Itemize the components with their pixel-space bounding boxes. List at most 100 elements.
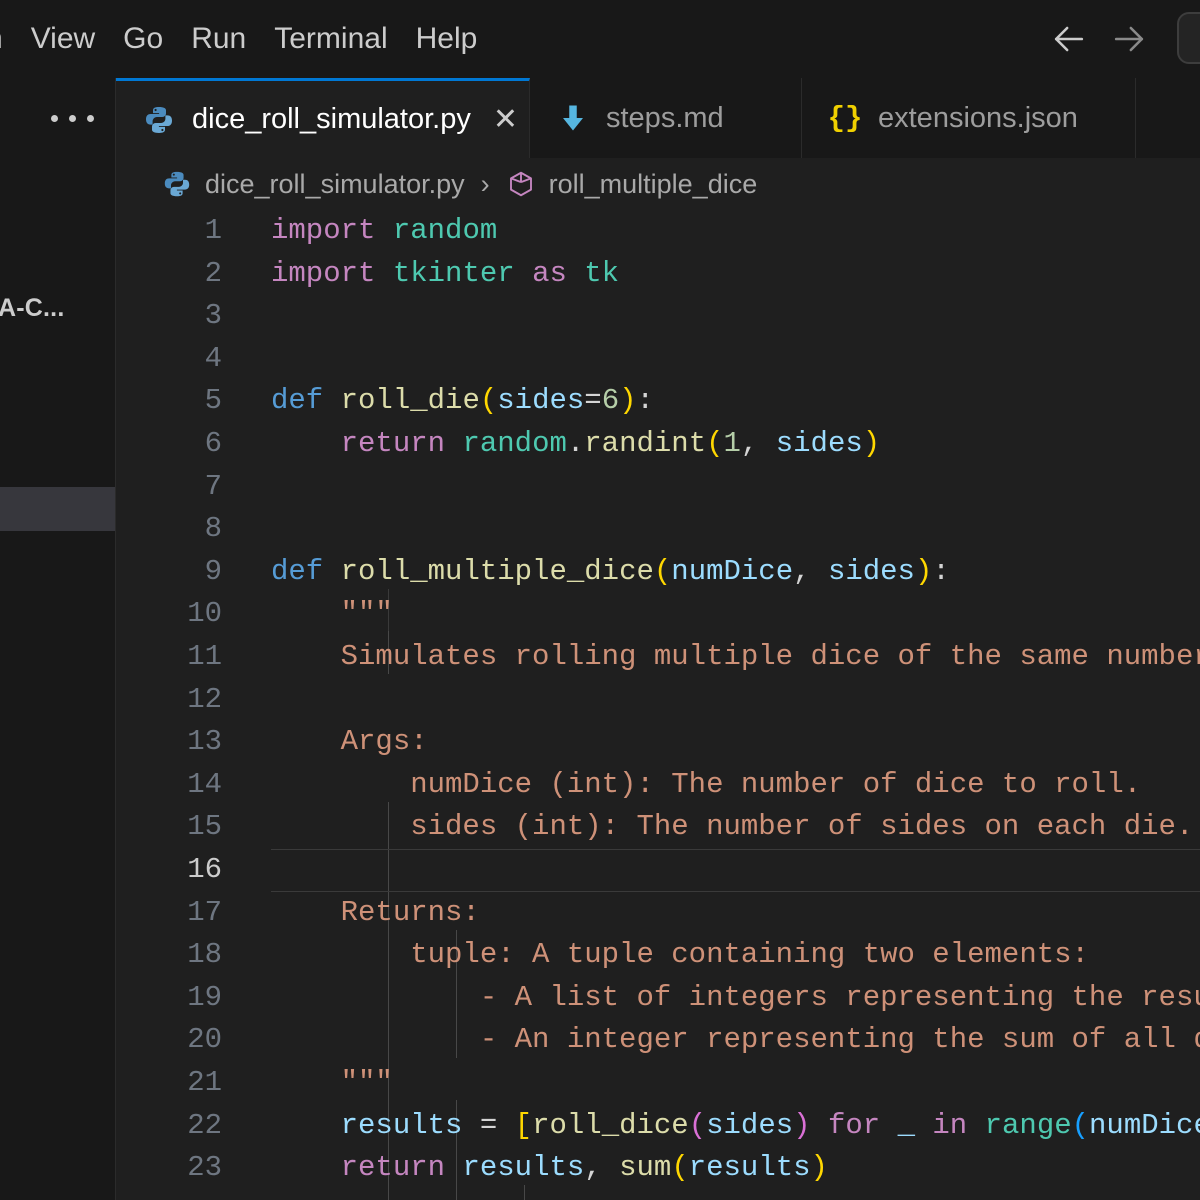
code-text: def roll_multiple_dice(numDice, sides):	[271, 551, 950, 594]
code-text: - An integer representing the sum of all…	[271, 1019, 1200, 1062]
explorer-tree-item-selected[interactable]: ator.py	[0, 487, 116, 531]
code-line: 9 def roll_multiple_dice(numDice, sides)…	[116, 551, 1200, 594]
code-text: def roll_die(sides=6):	[271, 380, 654, 423]
code-text: sides (int): The number of sides on each…	[271, 806, 1193, 849]
tab-extensions-json[interactable]: {} extensions.json	[802, 78, 1136, 158]
line-number: 11	[116, 636, 222, 679]
tab-steps-md[interactable]: steps.md	[530, 78, 802, 158]
code-line: 13 Args:	[116, 721, 1200, 764]
breadcrumb-file-label: dice_roll_simulator.py	[205, 169, 465, 200]
line-number: 18	[116, 934, 222, 977]
line-number: 2	[116, 253, 222, 296]
menu-item-window-clipped[interactable]: n	[0, 0, 17, 78]
line-number: 16	[116, 849, 222, 892]
code-line: 5 def roll_die(sides=6):	[116, 380, 1200, 423]
line-number: 21	[116, 1062, 222, 1105]
tab-label: steps.md	[606, 102, 724, 135]
code-line: 22 results = [roll_dice(sides) for _ in …	[116, 1105, 1200, 1148]
close-icon[interactable]: ✕	[493, 105, 518, 135]
code-line: 1 import random	[116, 210, 1200, 253]
code-line: 12	[116, 679, 1200, 722]
breadcrumb-separator: ›	[481, 169, 490, 200]
json-icon: {}	[828, 101, 862, 135]
line-number: 22	[116, 1105, 222, 1148]
line-number: 12	[116, 679, 222, 722]
code-text: Simulates rolling multiple dice of the s…	[271, 636, 1200, 679]
line-number: 5	[116, 380, 222, 423]
line-number: 6	[116, 423, 222, 466]
code-text: return random.randint(1, sides)	[271, 423, 880, 466]
markdown-icon	[556, 101, 590, 135]
line-number: 10	[116, 593, 222, 636]
forward-arrow-icon[interactable]	[1106, 16, 1152, 62]
code-text: - A list of integers representing the re…	[271, 977, 1200, 1020]
breadcrumb-symbol[interactable]: roll_multiple_dice	[506, 169, 758, 200]
code-text: numDice (int): The number of dice to rol…	[271, 764, 1141, 807]
tab-label: dice_roll_simulator.py	[192, 103, 471, 136]
code-line: 7	[116, 466, 1200, 509]
menu-item-go[interactable]: Go	[109, 0, 177, 78]
line-number: 7	[116, 466, 222, 509]
code-text: """	[271, 593, 393, 636]
code-text: """	[271, 1062, 393, 1105]
line-number: 9	[116, 551, 222, 594]
code-line: 23 return results, sum(results)	[116, 1147, 1200, 1190]
code-text: tuple: A tuple containing two elements:	[271, 934, 1089, 977]
titlebar-navigation	[1046, 0, 1152, 78]
code-line: 17 Returns:	[116, 892, 1200, 935]
line-number: 17	[116, 892, 222, 935]
line-number: 19	[116, 977, 222, 1020]
command-center-search[interactable]	[1177, 12, 1200, 64]
breadcrumb-symbol-label: roll_multiple_dice	[549, 169, 758, 200]
code-text: results = [roll_dice(sides) for _ in ran…	[271, 1105, 1200, 1148]
line-number: 20	[116, 1019, 222, 1062]
code-line: 19 - A list of integers representing the…	[116, 977, 1200, 1020]
line-number: 8	[116, 508, 222, 551]
code-line-active: 16	[116, 849, 1200, 892]
code-text: return results, sum(results)	[271, 1147, 828, 1190]
python-icon	[142, 103, 176, 137]
line-number: 23	[116, 1147, 222, 1190]
back-arrow-icon[interactable]	[1046, 16, 1092, 62]
line-number: 3	[116, 295, 222, 338]
line-number: 15	[116, 806, 222, 849]
explorer-tree-item[interactable]: on	[0, 390, 116, 434]
line-number: 14	[116, 764, 222, 807]
method-cube-icon	[506, 169, 536, 199]
code-line: 21 """	[116, 1062, 1200, 1105]
explorer-folder-title: SERA-C...	[0, 294, 64, 323]
code-line: 11 Simulates rolling multiple dice of th…	[116, 636, 1200, 679]
sidebar-views-overflow[interactable]	[0, 78, 116, 158]
line-number: 1	[116, 210, 222, 253]
code-editor[interactable]: 1 import random 2 import tkinter as tk 3…	[116, 210, 1200, 1200]
tab-dice-roll-simulator[interactable]: dice_roll_simulator.py ✕	[116, 78, 530, 158]
breadcrumb-file[interactable]: dice_roll_simulator.py	[162, 169, 465, 200]
menu-item-terminal[interactable]: Terminal	[260, 0, 401, 78]
code-line: 20 - An integer representing the sum of …	[116, 1019, 1200, 1062]
code-line: 10 """	[116, 593, 1200, 636]
menu-item-help[interactable]: Help	[402, 0, 492, 78]
code-line: 18 tuple: A tuple containing two element…	[116, 934, 1200, 977]
explorer-sidebar: SERA-C... on ator.py	[0, 78, 116, 1200]
code-text: Args:	[271, 721, 428, 764]
line-number: 4	[116, 338, 222, 381]
python-icon	[162, 169, 192, 199]
code-line: 3	[116, 295, 1200, 338]
code-line: 15 sides (int): The number of sides on e…	[116, 806, 1200, 849]
menu-item-view[interactable]: View	[17, 0, 109, 78]
menu-item-run[interactable]: Run	[177, 0, 260, 78]
ellipsis-icon	[51, 115, 94, 122]
tab-label: extensions.json	[878, 102, 1078, 135]
menu-bar: n View Go Run Terminal Help	[0, 0, 1200, 78]
editor-tab-bar: dice_roll_simulator.py ✕ steps.md {} ext…	[116, 78, 1200, 158]
code-text: import tkinter as tk	[271, 253, 619, 296]
code-text: Returns:	[271, 892, 480, 935]
code-line: 14 numDice (int): The number of dice to …	[116, 764, 1200, 807]
code-text: import random	[271, 210, 497, 253]
breadcrumb: dice_roll_simulator.py › roll_multiple_d…	[116, 158, 1200, 210]
active-line-highlight	[271, 849, 1200, 892]
code-line: 6 return random.randint(1, sides)	[116, 423, 1200, 466]
code-line: 8	[116, 508, 1200, 551]
line-number: 13	[116, 721, 222, 764]
code-line: 2 import tkinter as tk	[116, 253, 1200, 296]
